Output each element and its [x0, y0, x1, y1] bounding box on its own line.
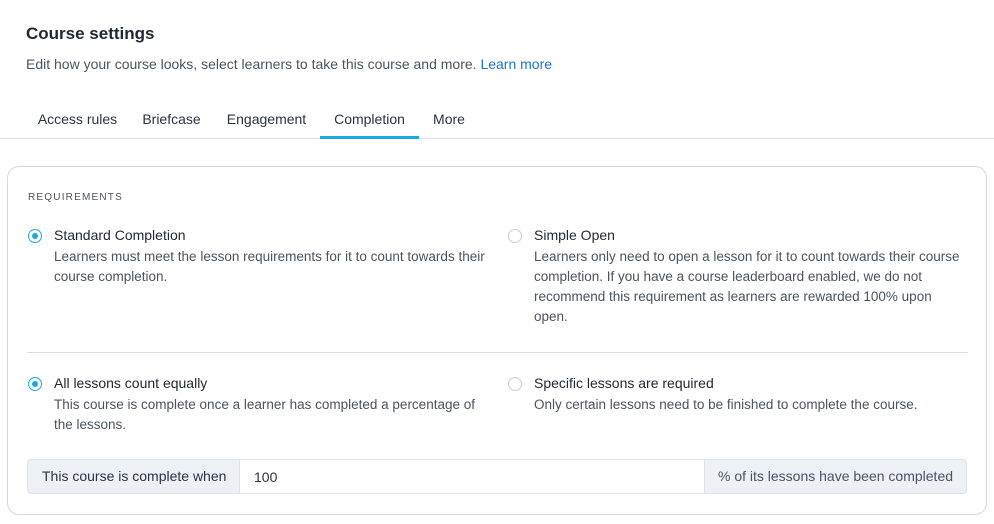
- option-title: All lessons count equally: [54, 375, 208, 391]
- option-description: Learners must meet the lesson requiremen…: [54, 249, 485, 284]
- option-description: Learners only need to open a lesson for …: [534, 249, 960, 324]
- completion-rule-suffix: % of its lessons have been completed: [704, 459, 967, 494]
- tab-more[interactable]: More: [424, 104, 474, 139]
- completion-percentage-input[interactable]: [240, 459, 704, 494]
- completion-rule-group: This course is complete when % of its le…: [27, 459, 967, 494]
- radio-all-lessons-equal[interactable]: [28, 377, 42, 391]
- option-description: This course is complete once a learner h…: [54, 397, 475, 432]
- option-simple-open[interactable]: Simple Open Learners only need to open a…: [508, 227, 968, 327]
- tab-briefcase[interactable]: Briefcase: [133, 104, 210, 139]
- requirements-card: REQUIREMENTS Standard Completion Learner…: [7, 166, 987, 515]
- divider: [27, 352, 968, 353]
- option-title: Standard Completion: [54, 227, 186, 243]
- option-title: Specific lessons are required: [534, 375, 714, 391]
- page-subtitle: Edit how your course looks, select learn…: [26, 56, 552, 72]
- page-title: Course settings: [26, 24, 155, 43]
- subtitle-text: Edit how your course looks, select learn…: [26, 56, 477, 72]
- completion-rule-prefix: This course is complete when: [27, 459, 240, 494]
- section-label: REQUIREMENTS: [28, 192, 123, 203]
- option-title: Simple Open: [534, 227, 615, 243]
- option-description: Only certain lessons need to be finished…: [534, 397, 918, 412]
- learn-more-link[interactable]: Learn more: [480, 56, 552, 72]
- radio-standard-completion[interactable]: [28, 229, 42, 243]
- radio-simple-open[interactable]: [508, 229, 522, 243]
- tab-access-rules[interactable]: Access rules: [27, 104, 128, 139]
- option-specific-lessons[interactable]: Specific lessons are required Only certa…: [508, 375, 968, 415]
- option-standard-completion[interactable]: Standard Completion Learners must meet t…: [28, 227, 488, 287]
- option-all-lessons-equal[interactable]: All lessons count equally This course is…: [28, 375, 488, 435]
- settings-tabs: Access rules Briefcase Engagement Comple…: [0, 104, 994, 139]
- tab-engagement[interactable]: Engagement: [215, 104, 318, 139]
- tab-completion[interactable]: Completion: [320, 104, 419, 139]
- radio-specific-lessons[interactable]: [508, 377, 522, 391]
